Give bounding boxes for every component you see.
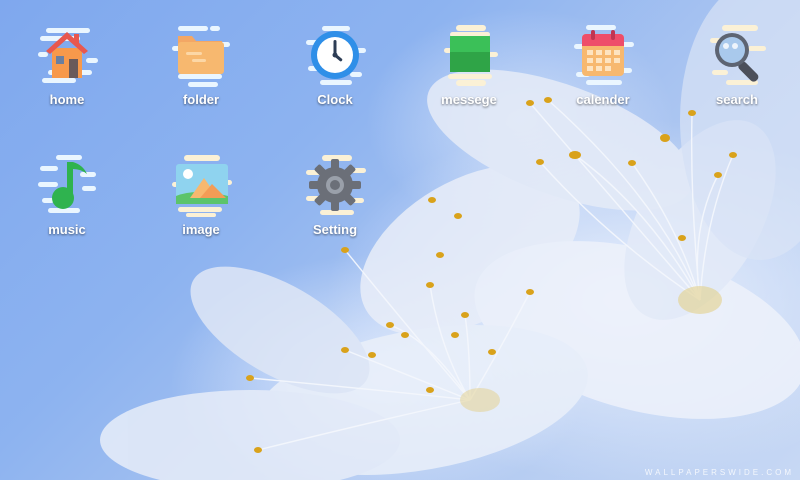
desktop-icon-label: messege (441, 92, 497, 107)
music-icon (34, 152, 100, 218)
desktop-icon-folder[interactable]: folder (151, 22, 251, 132)
message-icon (436, 22, 502, 88)
clock-icon (302, 22, 368, 88)
desktop-icon-label: calender (576, 92, 630, 107)
home-icon (34, 22, 100, 88)
search-icon (704, 22, 770, 88)
flower-illustration (100, 0, 800, 480)
desktop-icon-label: music (48, 222, 86, 237)
desktop-icon-label: home (49, 92, 85, 107)
desktop-icon-message[interactable]: messege (419, 22, 519, 132)
desktop-icon-label: folder (182, 92, 220, 107)
desktop-icon-label: image (182, 222, 220, 237)
wallpaper-watermark: WALLPAPERSWIDE.COM (644, 468, 794, 477)
desktop-icon-label: Setting (312, 222, 358, 237)
desktop-icon-clock[interactable]: Clock (285, 22, 385, 132)
gear-icon (302, 152, 368, 218)
desktop-icon-calendar[interactable]: calender (553, 22, 653, 132)
desktop-icon-label: search (716, 92, 758, 107)
desktop-wallpaper: WALLPAPERSWIDE.COM (0, 0, 800, 480)
desktop-icon-label: Clock (317, 92, 353, 107)
desktop-icon-home[interactable]: home (17, 22, 117, 132)
folder-icon (168, 22, 234, 88)
image-icon (168, 152, 234, 218)
calendar-icon (570, 22, 636, 88)
desktop-icon-search[interactable]: search (687, 22, 787, 132)
desktop-icon-music[interactable]: music (17, 152, 117, 262)
desktop-icon-setting[interactable]: Setting (285, 152, 385, 262)
desktop-icon-image[interactable]: image (151, 152, 251, 262)
